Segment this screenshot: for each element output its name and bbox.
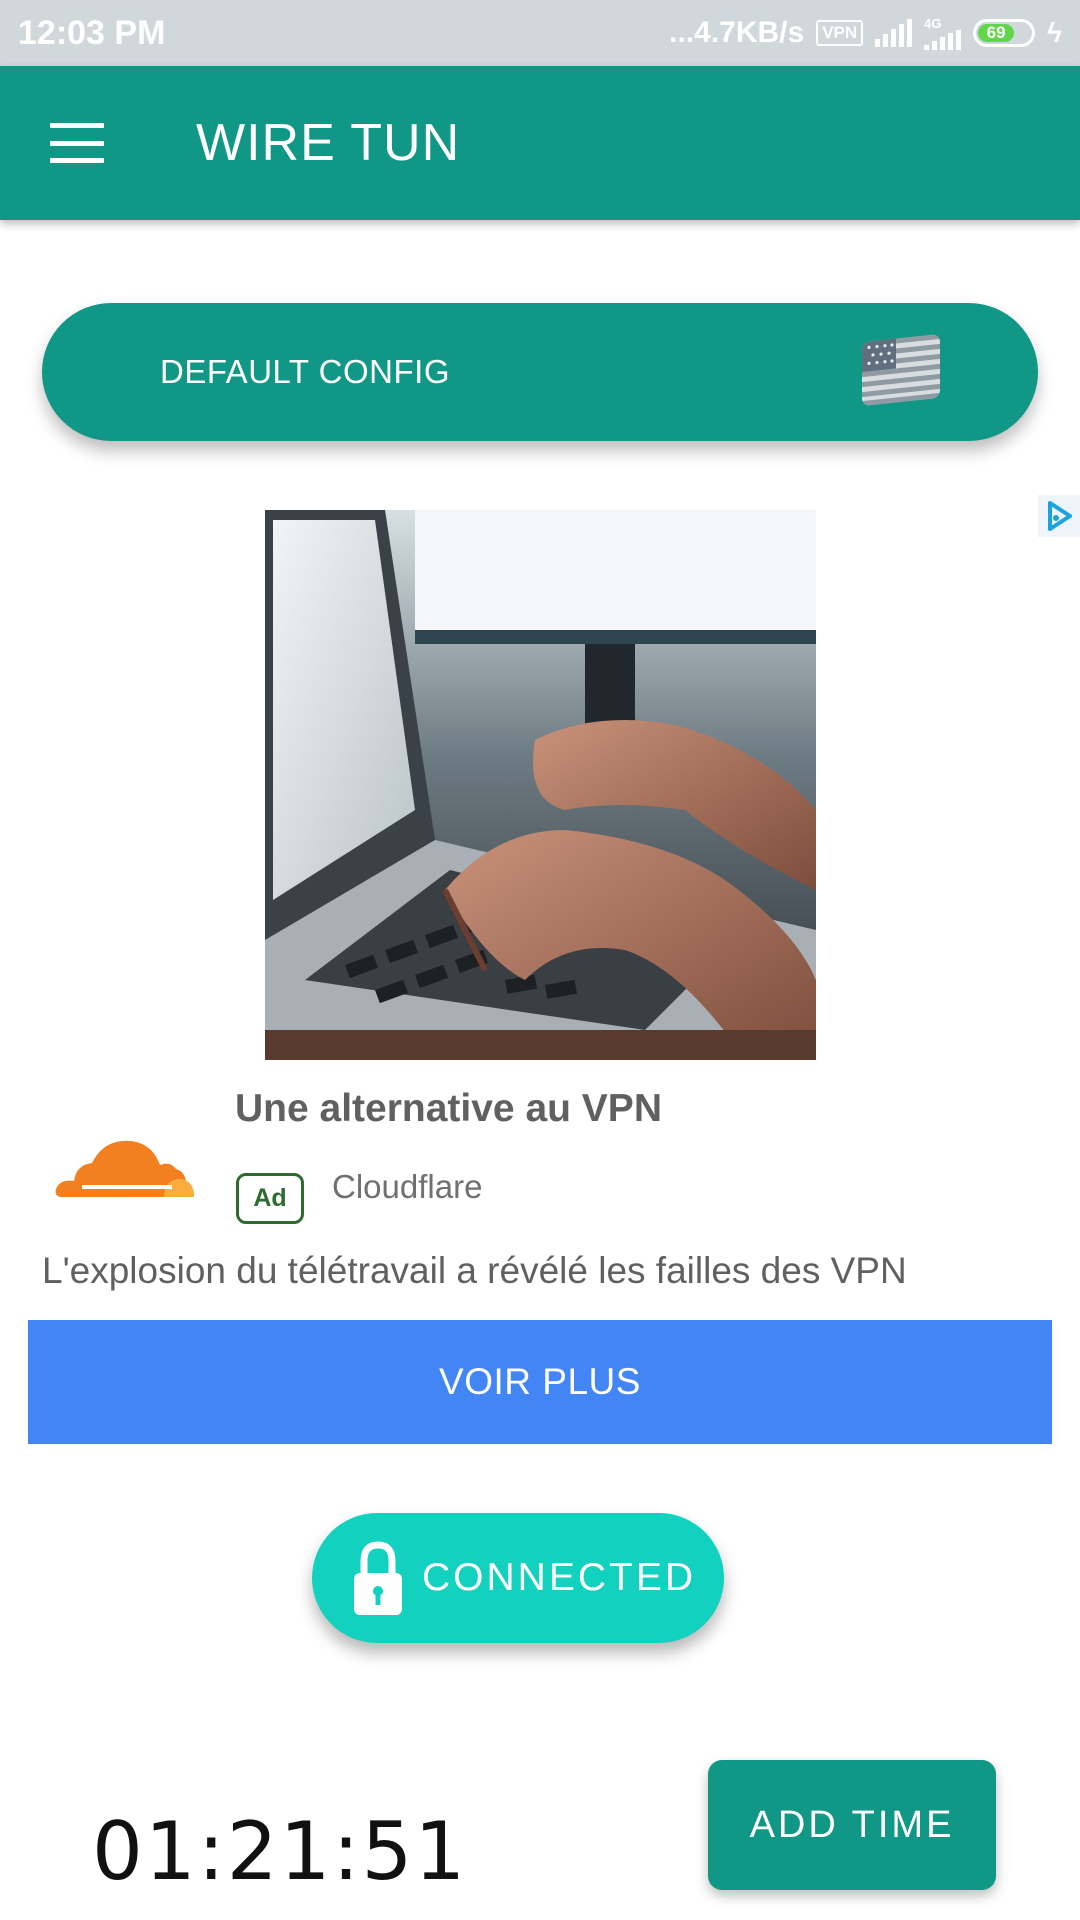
config-label: DEFAULT CONFIG bbox=[160, 353, 450, 390]
status-time: 12:03 PM bbox=[18, 13, 166, 52]
vpn-icon: VPN bbox=[816, 20, 864, 46]
screen: 12:03 PM ...4.7KB/s VPN 4G 69 ϟ WIRE TUN bbox=[0, 0, 1080, 1920]
status-bar: 12:03 PM ...4.7KB/s VPN 4G 69 ϟ bbox=[0, 0, 1080, 66]
status-icons: ...4.7KB/s VPN 4G 69 ϟ bbox=[669, 16, 1062, 50]
connect-toggle-button[interactable]: CONNECTED bbox=[312, 1513, 724, 1643]
4g-signal-icon: 4G bbox=[924, 15, 962, 50]
battery-level: 69 bbox=[978, 23, 1015, 42]
ad-badge: Ad bbox=[236, 1173, 304, 1224]
network-type: 4G bbox=[924, 15, 942, 31]
app-bar: WIRE TUN bbox=[0, 66, 1080, 220]
session-timer: 01:21:51 bbox=[92, 1805, 468, 1898]
battery-icon: 69 bbox=[973, 19, 1036, 47]
connection-status-label: CONNECTED bbox=[422, 1556, 697, 1599]
cloudflare-cloud-icon bbox=[52, 1135, 196, 1203]
add-time-button[interactable]: ADD TIME bbox=[708, 1760, 996, 1890]
menu-icon[interactable] bbox=[50, 123, 104, 163]
ad-body-text: L'explosion du télétravail a révélé les … bbox=[42, 1250, 907, 1291]
charging-icon: ϟ bbox=[1047, 17, 1062, 48]
app-title: WIRE TUN bbox=[196, 114, 461, 172]
signal-icon bbox=[875, 19, 913, 47]
network-speed: ...4.7KB/s bbox=[669, 16, 805, 49]
ad-headline[interactable]: Une alternative au VPN bbox=[235, 1087, 662, 1131]
ad-choices-icon[interactable] bbox=[1038, 495, 1080, 537]
us-flag-icon bbox=[862, 333, 940, 407]
ad-advertiser: Cloudflare bbox=[332, 1168, 483, 1205]
lock-icon bbox=[352, 1539, 404, 1617]
ad-cta-button[interactable]: VOIR PLUS bbox=[28, 1320, 1052, 1444]
ad-image[interactable] bbox=[265, 510, 816, 1060]
config-selector-button[interactable]: DEFAULT CONFIG bbox=[42, 303, 1038, 441]
